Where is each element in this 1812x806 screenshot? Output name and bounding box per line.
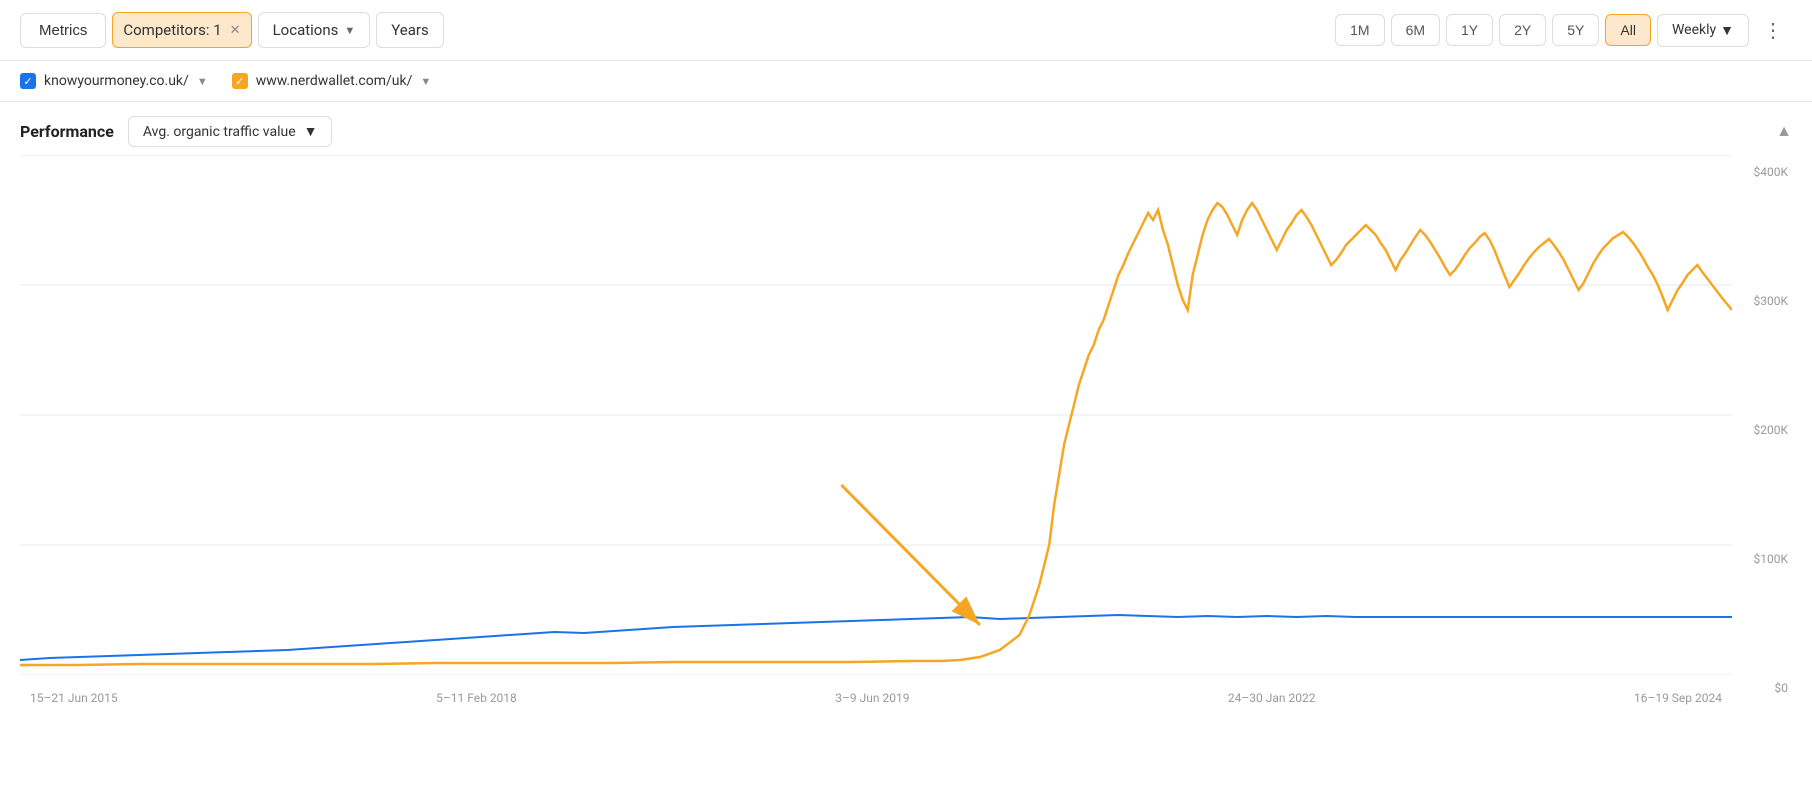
x-axis-labels: 15–21 Jun 2015 5–11 Feb 2018 3–9 Jun 201… [20,691,1732,705]
competitor-1-checkbox[interactable]: ✓ [20,73,36,89]
y-label-0: $0 [1732,681,1792,695]
locations-chevron-icon: ▼ [344,24,355,37]
frequency-chevron-icon: ▼ [1720,22,1734,39]
y-label-400k: $400K [1732,165,1792,179]
years-label: Years [391,21,428,39]
metric-chevron-icon: ▼ [304,123,318,140]
performance-title: Performance [20,122,114,141]
time-6m-button[interactable]: 6M [1391,14,1440,46]
time-5y-button[interactable]: 5Y [1552,14,1599,46]
x-label-2024: 16–19 Sep 2024 [1634,691,1722,705]
top-bar-right: 1M 6M 1Y 2Y 5Y All Weekly ▼ ⋮ [1335,14,1792,47]
locations-tab[interactable]: Locations ▼ [258,12,371,48]
time-1y-button[interactable]: 1Y [1446,14,1493,46]
frequency-label: Weekly [1672,22,1716,38]
competitor-2[interactable]: ✓ www.nerdwallet.com/uk/ ▼ [232,73,432,89]
blue-line [20,615,1732,660]
x-label-2018: 5–11 Feb 2018 [436,691,517,705]
competitors-row: ✓ knowyourmoney.co.uk/ ▼ ✓ www.nerdwalle… [0,61,1812,102]
metric-label: Avg. organic traffic value [143,124,296,140]
years-tab[interactable]: Years [376,12,443,48]
check-icon-2: ✓ [235,75,244,88]
performance-row: Performance Avg. organic traffic value ▼… [0,102,1812,155]
top-bar-left: Metrics Competitors: 1 ✕ Locations ▼ Yea… [20,12,444,48]
time-2y-button[interactable]: 2Y [1499,14,1546,46]
chart-container: $0 $100K $200K $300K $400K 15–21 Jun 201… [20,155,1792,705]
collapse-button[interactable]: ▲ [1776,123,1792,141]
top-bar: Metrics Competitors: 1 ✕ Locations ▼ Yea… [0,0,1812,61]
frequency-dropdown[interactable]: Weekly ▼ [1657,14,1749,47]
y-label-300k: $300K [1732,294,1792,308]
y-label-200k: $200K [1732,423,1792,437]
competitor-1[interactable]: ✓ knowyourmoney.co.uk/ ▼ [20,73,208,89]
chart-svg [20,155,1732,675]
y-axis-labels: $0 $100K $200K $300K $400K [1732,155,1792,705]
x-label-2022: 24–30 Jan 2022 [1228,691,1316,705]
close-competitors-icon[interactable]: ✕ [230,23,241,38]
competitors-label: Competitors: 1 [123,21,221,39]
x-label-2015: 15–21 Jun 2015 [30,691,118,705]
check-icon: ✓ [23,75,32,88]
chart-wrapper: $0 $100K $200K $300K $400K 15–21 Jun 201… [20,155,1792,705]
metric-dropdown[interactable]: Avg. organic traffic value ▼ [128,116,333,147]
time-1m-button[interactable]: 1M [1335,14,1384,46]
competitor-2-checkbox[interactable]: ✓ [232,73,248,89]
annotation-arrow [841,485,980,625]
competitor-1-chevron-icon: ▼ [197,75,208,88]
performance-left: Performance Avg. organic traffic value ▼ [20,116,332,147]
competitor-2-label: www.nerdwallet.com/uk/ [256,73,413,89]
competitors-tab[interactable]: Competitors: 1 ✕ [112,12,251,48]
x-label-2019: 3–9 Jun 2019 [835,691,909,705]
locations-label: Locations [273,21,339,39]
competitor-2-chevron-icon: ▼ [420,75,431,88]
orange-line [20,203,1732,665]
more-options-button[interactable]: ⋮ [1755,14,1792,47]
time-all-button[interactable]: All [1605,14,1651,46]
competitor-1-label: knowyourmoney.co.uk/ [44,73,189,89]
y-label-100k: $100K [1732,552,1792,566]
metrics-tab[interactable]: Metrics [20,13,106,48]
